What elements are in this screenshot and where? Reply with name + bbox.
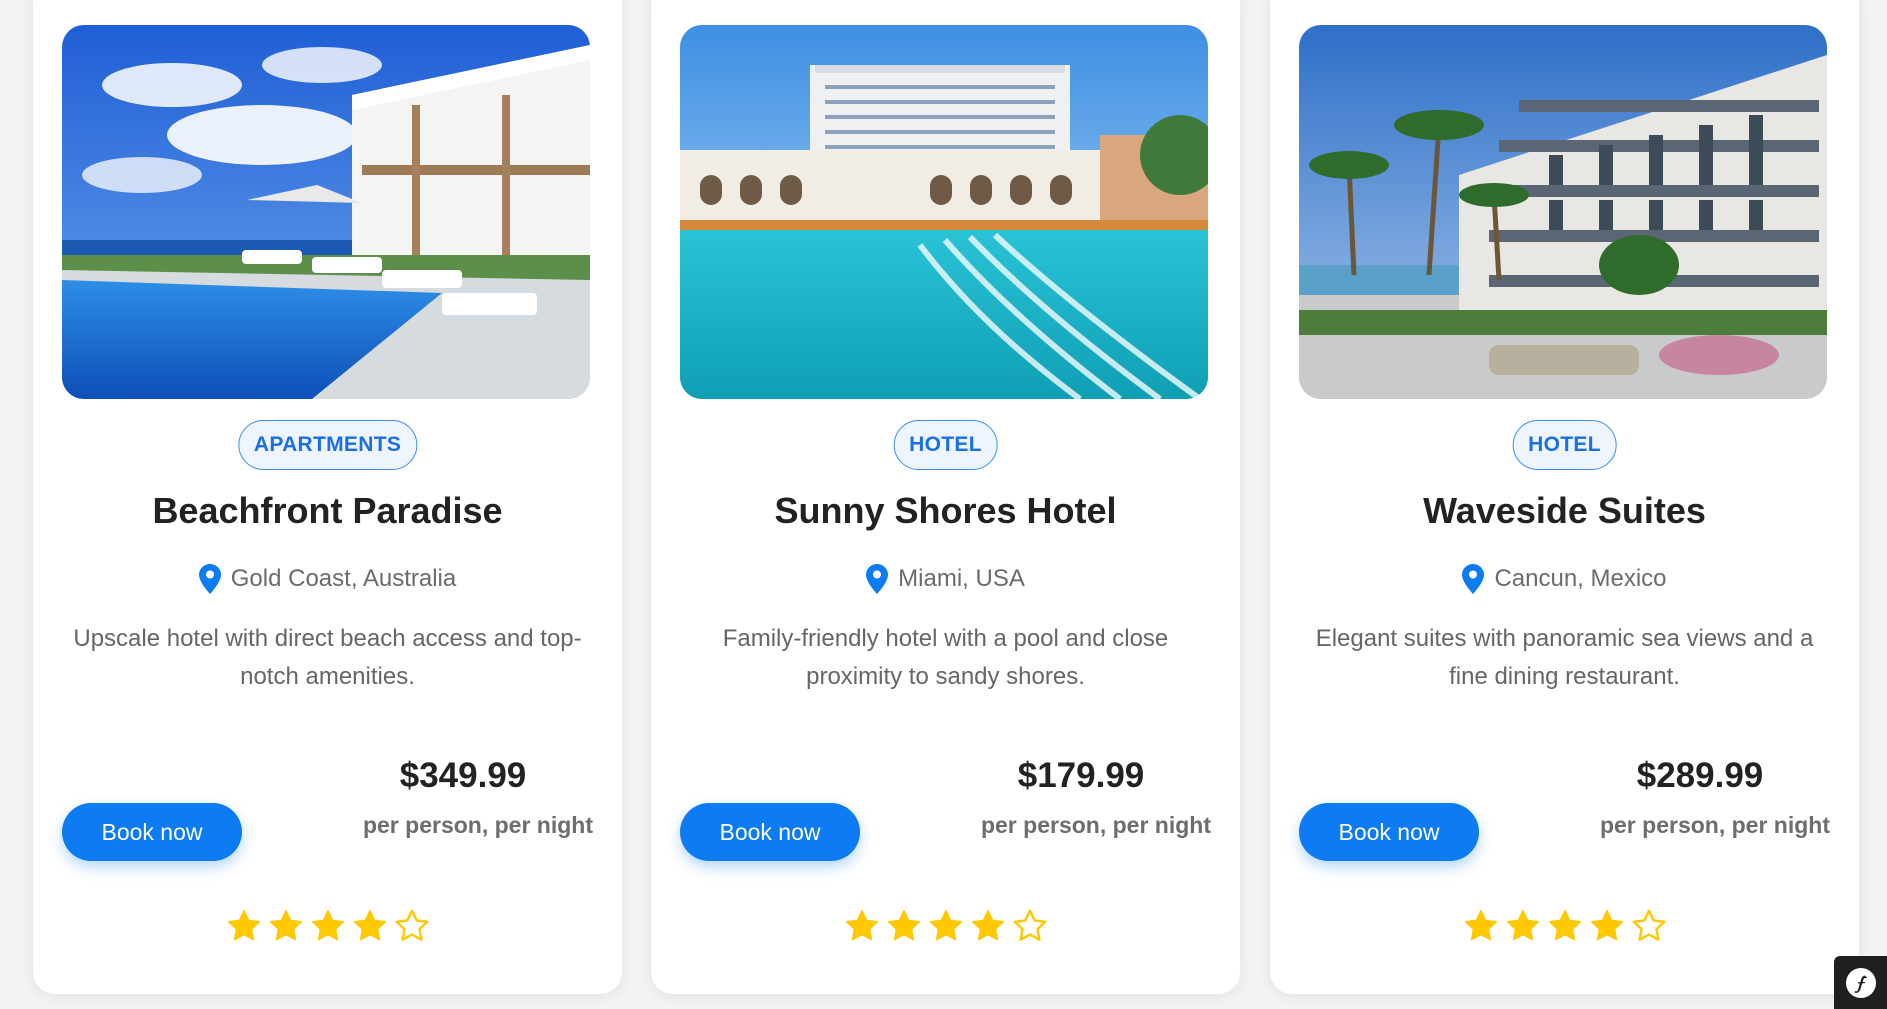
rating-stars xyxy=(33,908,622,944)
hotel-photo xyxy=(62,25,590,399)
star-filled-icon xyxy=(929,909,962,941)
page: APARTMENTS Beachfront Paradise Gold Coas… xyxy=(0,0,1887,1009)
hotel-title: Beachfront Paradise xyxy=(152,490,503,531)
price-unit: per person, per night xyxy=(980,812,1211,838)
star-filled-icon xyxy=(1548,909,1581,941)
hotel-card: HOTEL Waveside Suites Cancun, Mexico Ele… xyxy=(1270,0,1859,994)
star-filled-icon xyxy=(1506,909,1539,941)
category-badge: HOTEL xyxy=(893,420,998,470)
hotel-card-list: APARTMENTS Beachfront Paradise Gold Coas… xyxy=(0,0,1887,994)
map-pin-icon xyxy=(1462,564,1485,594)
hotel-price: $349.99 xyxy=(399,756,527,795)
star-outline-icon xyxy=(395,909,428,941)
book-now-button[interactable]: Book now xyxy=(680,803,860,861)
price-unit: per person, per night xyxy=(362,812,593,838)
hotel-price: $179.99 xyxy=(1017,756,1145,795)
book-now-button[interactable]: Book now xyxy=(62,803,242,861)
hotel-photo xyxy=(1299,25,1827,399)
book-now-button[interactable]: Book now xyxy=(1299,803,1479,861)
hotel-location: Gold Coast, Australia xyxy=(33,564,622,594)
star-filled-icon xyxy=(1590,909,1623,941)
star-outline-icon xyxy=(1013,909,1046,941)
hotel-price: $289.99 xyxy=(1636,756,1764,795)
star-filled-icon xyxy=(887,909,920,941)
hotel-location: Cancun, Mexico xyxy=(1270,564,1859,594)
rating-stars xyxy=(651,908,1240,944)
star-filled-icon xyxy=(353,909,386,941)
star-outline-icon xyxy=(1632,909,1665,941)
location-label: Gold Coast, Australia xyxy=(230,565,457,592)
star-filled-icon xyxy=(1464,909,1497,941)
hotel-description: Upscale hotel with direct beach access a… xyxy=(73,625,582,690)
hotel-title: Sunny Shores Hotel xyxy=(774,490,1117,531)
symfony-logo-icon[interactable] xyxy=(1834,956,1887,1009)
map-pin-icon xyxy=(866,564,889,594)
hotel-card: HOTEL Sunny Shores Hotel Miami, USA Fami… xyxy=(651,0,1240,994)
location-label: Cancun, Mexico xyxy=(1494,565,1667,592)
hotel-card: APARTMENTS Beachfront Paradise Gold Coas… xyxy=(33,0,622,994)
category-badge: HOTEL xyxy=(1512,420,1617,470)
location-label: Miami, USA xyxy=(898,565,1025,592)
hotel-description: Family-friendly hotel with a pool and cl… xyxy=(722,625,1169,690)
rating-stars xyxy=(1270,908,1859,944)
map-pin-icon xyxy=(198,564,221,594)
star-filled-icon xyxy=(311,909,344,941)
star-filled-icon xyxy=(845,909,878,941)
hotel-title: Waveside Suites xyxy=(1423,490,1706,531)
star-filled-icon xyxy=(971,909,1004,941)
star-filled-icon xyxy=(227,909,260,941)
category-badge: APARTMENTS xyxy=(237,420,418,470)
star-filled-icon xyxy=(269,909,302,941)
hotel-location: Miami, USA xyxy=(651,564,1240,594)
price-unit: per person, per night xyxy=(1599,812,1830,838)
hotel-description: Elegant suites with panoramic sea views … xyxy=(1315,625,1814,690)
hotel-photo xyxy=(680,25,1208,399)
